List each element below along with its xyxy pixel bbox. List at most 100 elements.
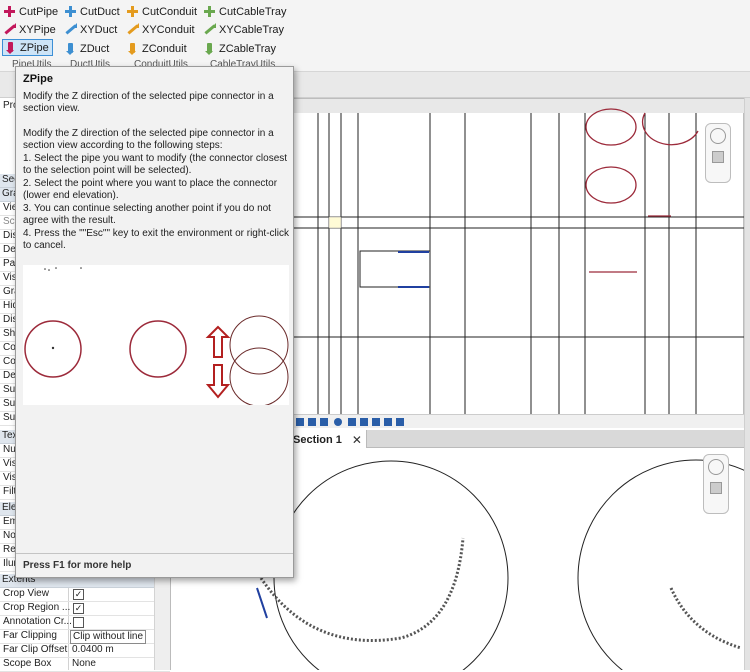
scale-icon [296,418,304,426]
tooltip-details: Modify the Z direction of the selected p… [23,128,274,152]
view-control-bar[interactable] [292,414,744,428]
plan-view-canvas[interactable] [292,98,745,417]
crop-view-row: Crop View [0,588,170,602]
navigation-bar[interactable] [705,123,731,183]
xy-cabletray-icon [203,23,216,36]
ribbon: CutPipe XYPipe ZPipe PipeUtils CutDuct X… [0,0,750,72]
tooltip-step-1: 1. Select the pipe you want to modify (t… [23,153,288,177]
pipe-section-arc [642,112,699,146]
tooltip-title: ZPipe [23,73,53,85]
scope-box-label: Scope Box [3,658,52,669]
cut-conduit-label: CutConduit [142,5,198,18]
pipe-moved-circle [229,347,289,407]
tab-section-1[interactable]: Section 1 ✕ [290,430,367,448]
zoom-icon[interactable] [712,151,724,163]
arrow-up-icon [205,325,231,358]
navigation-bar-section[interactable] [703,454,729,514]
detail-level-icon [308,418,316,426]
properties-scrollbar[interactable] [154,574,170,670]
show-crop-icon [372,418,380,426]
z-pipe-button[interactable]: ZPipe [2,39,53,56]
z-conduit-icon [126,42,139,55]
temp-hide-icon [384,418,392,426]
xy-conduit-button[interactable]: XYConduit [126,21,195,38]
annotation-crop-row: Annotation Cr... [0,616,170,630]
far-clip-offset-label: Far Clip Offset [3,644,68,655]
far-clipping-label: Far Clipping [3,630,57,641]
xy-pipe-button[interactable]: XYPipe [3,21,56,38]
xy-duct-icon [64,23,77,36]
xy-cabletray-button[interactable]: XYCableTray [203,21,284,38]
xy-cabletray-label: XYCableTray [219,23,285,36]
point-cloud-arc-right [669,587,742,650]
cut-duct-icon [64,5,77,18]
tab-section-1-label: Section 1 [293,434,342,446]
z-duct-button[interactable]: ZDuct [64,40,109,57]
cut-conduit-icon [126,5,139,18]
cut-cabletray-label: CutCableTray [219,5,287,18]
duct-rectangle [359,250,431,288]
xy-pipe-label: XYPipe [19,23,56,36]
pipe-edge-marker [256,587,268,619]
shadows-icon [348,418,356,426]
tooltip-illustration [23,265,289,407]
cut-duct-label: CutDuct [80,5,120,18]
reveal-hidden-icon [396,418,404,426]
z-cabletray-label: ZCableTray [219,42,277,55]
close-icon[interactable]: ✕ [352,433,362,447]
visual-style-icon [320,418,328,426]
zpipe-diagram [24,267,289,407]
steering-wheel-icon[interactable] [710,128,726,144]
pipe-section-circle [585,166,637,204]
far-clip-offset-value[interactable]: 0.0400 m [70,644,114,658]
crop-view-label: Crop View [3,588,49,599]
view-title-bar [293,99,745,113]
z-conduit-label: ZConduit [142,42,187,55]
z-pipe-icon [4,41,17,54]
z-conduit-button[interactable]: ZConduit [126,40,187,57]
xy-conduit-icon [126,23,139,36]
tooltip-separator [16,553,293,554]
pipe-section-circle [129,320,187,378]
cut-pipe-label: CutPipe [19,5,59,18]
far-clipping-select[interactable]: Clip without line [70,630,146,644]
pipe-section-circle [585,108,637,146]
pipe-original-circle [229,315,289,375]
tooltip-step-2: 2. Select the point where you want to pl… [23,178,278,202]
vertical-scrollbar[interactable] [744,98,750,670]
cut-pipe-icon [3,5,16,18]
cut-cabletray-icon [203,5,216,18]
tooltip-step-4: 4. Press the ""Esc"" key to exit the env… [23,228,289,252]
crop-view-icon [360,418,368,426]
z-duct-label: ZDuct [80,42,110,55]
crop-region-row: Crop Region ... [0,602,170,616]
zpipe-tooltip: ZPipe Modify the Z direction of the sele… [15,66,294,578]
z-cabletray-icon [203,42,216,55]
crop-region-checkbox[interactable]: ✓ [73,603,84,614]
annotation-crop-label: Annotation Cr... [3,616,72,627]
zoom-icon[interactable] [710,482,722,494]
tooltip-summary: Modify the Z direction of the selected p… [23,91,274,115]
cut-conduit-button[interactable]: CutConduit [126,3,197,20]
xy-pipe-icon [3,23,16,36]
highlight-box [328,216,342,229]
cut-duct-button[interactable]: CutDuct [64,3,120,20]
crop-view-checkbox[interactable]: ✓ [73,589,84,600]
crop-region-label: Crop Region ... [3,602,71,613]
view-control-icons [296,418,404,426]
tooltip-help-hint: Press F1 for more help [23,560,132,571]
cut-pipe-button[interactable]: CutPipe [3,3,58,20]
z-pipe-label: ZPipe [20,41,49,54]
sun-path-icon [334,418,342,426]
annotation-crop-checkbox[interactable] [73,617,84,628]
xy-duct-button[interactable]: XYDuct [64,21,117,38]
tooltip-step-3: 3. You can continue selecting another po… [23,203,271,227]
steering-wheel-icon[interactable] [708,459,724,475]
z-cabletray-button[interactable]: ZCableTray [203,40,276,57]
xy-duct-label: XYDuct [80,23,118,36]
plan-drawing [293,99,745,417]
pipe-center-point [51,346,55,350]
cut-cabletray-button[interactable]: CutCableTray [203,3,286,20]
arrow-down-icon [205,364,231,399]
z-duct-icon [64,42,77,55]
